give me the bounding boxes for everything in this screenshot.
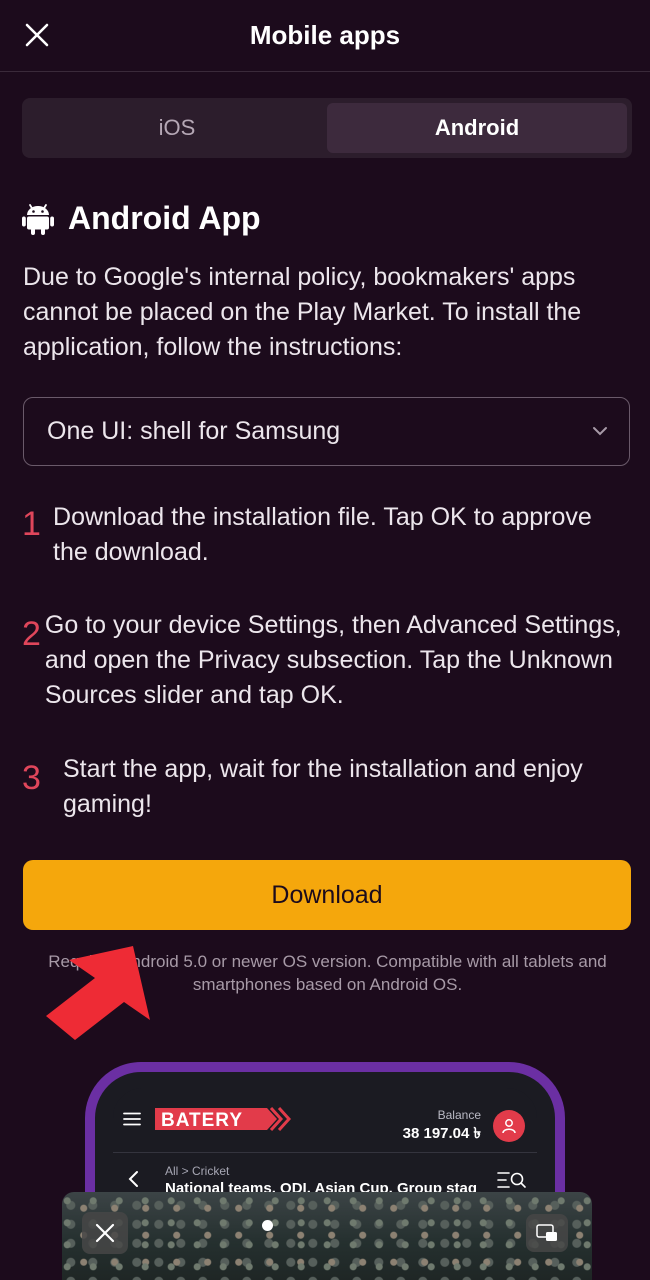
- step-1: 1 Download the installation file. Tap OK…: [22, 500, 632, 570]
- platform-tabs: iOS Android: [22, 98, 632, 158]
- picture-in-picture-icon: [536, 1224, 557, 1241]
- avatar[interactable]: [493, 1110, 525, 1142]
- step-number: 3: [22, 759, 41, 797]
- picture-in-picture-button[interactable]: [526, 1214, 568, 1252]
- video-close-button[interactable]: [82, 1212, 128, 1254]
- step-text: Download the installation file. Tap OK t…: [53, 503, 592, 566]
- step-number: 2: [22, 615, 41, 653]
- shell-select[interactable]: One UI: shell for Samsung: [23, 397, 630, 466]
- video-player[interactable]: [62, 1192, 592, 1280]
- logo-text: BATERY: [161, 1110, 243, 1131]
- user-icon: [502, 1119, 516, 1134]
- tab-android[interactable]: Android: [327, 103, 627, 153]
- menu-icon: [123, 1112, 141, 1126]
- section-heading: Android App: [22, 196, 261, 240]
- step-3: 3 Start the app, wait for the installati…: [22, 752, 632, 822]
- balance-value: 38 197.04 ৳: [402, 1125, 481, 1142]
- shell-select-value: One UI: shell for Samsung: [47, 417, 341, 445]
- section-title: Android App: [68, 199, 261, 236]
- divider: [113, 1152, 537, 1153]
- download-button[interactable]: Download: [23, 860, 631, 930]
- back-icon: [128, 1171, 138, 1187]
- video-frame: [62, 1192, 592, 1280]
- close-icon: [95, 1223, 115, 1243]
- batery-logo: BATERY: [155, 1106, 291, 1132]
- step-text: Go to your device Settings, then Advance…: [44, 611, 622, 709]
- breadcrumb: All > Cricket: [165, 1164, 230, 1178]
- step-text: Start the app, wait for the installation…: [62, 755, 583, 818]
- step-2: 2 Go to your device Settings, then Advan…: [22, 608, 632, 713]
- filter-search-icon: [497, 1172, 526, 1188]
- header: Mobile apps: [0, 0, 650, 72]
- tab-ios[interactable]: iOS: [27, 103, 327, 153]
- step-number: 1: [22, 505, 41, 543]
- chevron-down-icon: [593, 427, 607, 436]
- android-icon: [22, 204, 54, 235]
- cricket-ball: [262, 1220, 273, 1231]
- intro-text: Due to Google's internal policy, bookmak…: [23, 263, 582, 361]
- balance-label: Balance: [437, 1108, 481, 1122]
- pointer-arrow-icon: [46, 946, 150, 1040]
- page-title: Mobile apps: [249, 20, 401, 50]
